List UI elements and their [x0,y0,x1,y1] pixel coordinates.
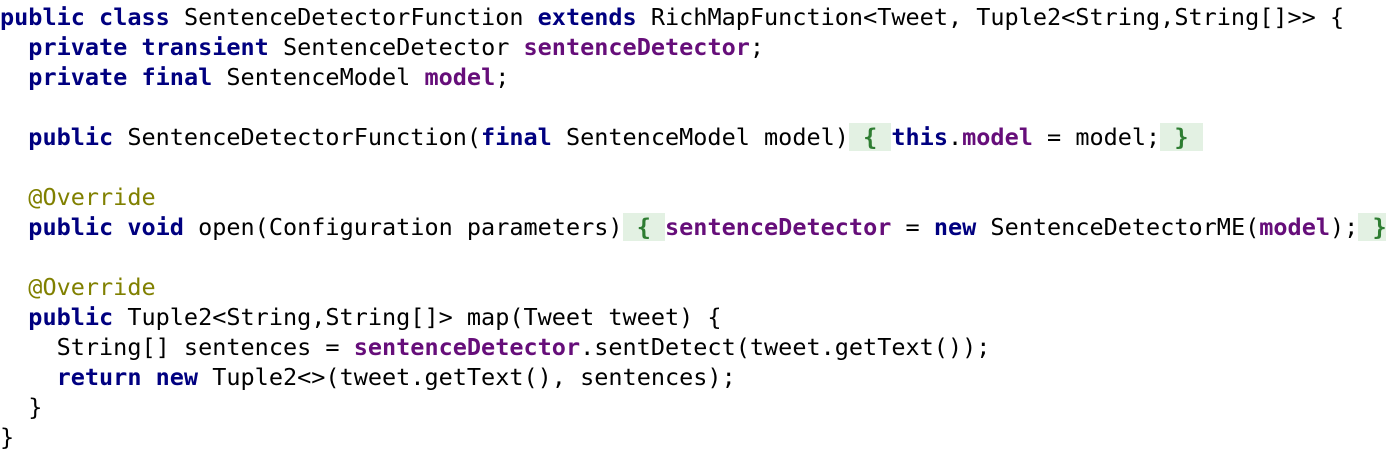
fold-open-brace[interactable]: { [622,213,665,241]
fold-close-brace[interactable]: } [1358,213,1386,241]
keyword: final [481,123,552,151]
keyword: extends [537,3,637,31]
code-line[interactable]: } [0,392,42,422]
keyword: final [141,63,213,91]
keyword: transient [141,33,269,61]
code-token: SentenceDetectorFunction [169,3,538,31]
field-reference: sentenceDetector [353,333,581,361]
keyword: public [28,303,114,331]
code-token: String[] sentences = [0,333,354,361]
code-token: Tuple2<String,String[]> map(Tweet tweet)… [113,303,722,331]
annotation: @Override [28,273,156,301]
code-token: } [0,423,15,451]
code-line[interactable]: public class SentenceDetectorFunction ex… [0,2,1344,32]
code-token: open(Configuration parameters) [183,213,623,241]
code-token: Tuple2<>(tweet.getText(), sentences); [198,363,736,391]
keyword: new [155,363,199,391]
code-token: SentenceDetectorME( [976,213,1260,241]
field-reference: model [1259,213,1330,241]
code-token: .sentDetect(tweet.getText()); [580,333,991,361]
keyword: this [891,123,948,151]
fold-open-brace[interactable]: { [848,123,892,151]
code-line[interactable]: return new Tuple2<>(tweet.getText(), sen… [0,362,736,392]
code-line[interactable]: private final SentenceModel model; [0,62,509,92]
code-line[interactable]: public SentenceDetectorFunction(final Se… [0,122,1203,152]
field-reference: model [962,123,1033,151]
keyword: class [99,3,170,31]
keyword: new [933,213,977,241]
keyword: public [28,213,114,241]
code-token: . [947,123,963,151]
code-token: RichMapFunction<Tweet, Tuple2<String,Str… [636,3,1345,31]
code-line[interactable]: @Override [0,182,156,212]
code-line[interactable]: public void open(Configuration parameter… [0,212,1386,242]
keyword: private [28,63,128,91]
code-token: SentenceDetector [268,33,524,61]
field-reference: model [424,63,496,91]
code-token: = model; [1032,123,1161,151]
code-line[interactable]: private transient SentenceDetector sente… [0,32,764,62]
field-reference: sentenceDetector [523,33,750,61]
fold-close-brace[interactable]: } [1160,123,1203,151]
code-token: SentenceDetectorFunction( [113,123,482,151]
code-line[interactable]: public Tuple2<String,String[]> map(Tweet… [0,302,722,332]
code-token: ); [1330,213,1359,241]
code-token: ; [749,33,765,61]
code-token: = [891,213,934,241]
code-line[interactable]: } [0,422,14,452]
keyword: private [28,33,128,61]
keyword: void [127,213,184,241]
code-editor[interactable]: public class SentenceDetectorFunction ex… [0,0,1386,474]
keyword: public [0,3,85,31]
keyword: public [28,123,114,151]
code-token: SentenceModel model) [551,123,849,151]
code-line[interactable]: String[] sentences = sentenceDetector.se… [0,332,991,362]
code-token: ; [495,63,510,91]
keyword: return [56,363,142,391]
code-token: SentenceModel [212,63,425,91]
annotation: @Override [28,183,156,211]
field-reference: sentenceDetector [665,213,892,241]
code-token: } [0,393,43,421]
code-line[interactable]: @Override [0,272,156,302]
